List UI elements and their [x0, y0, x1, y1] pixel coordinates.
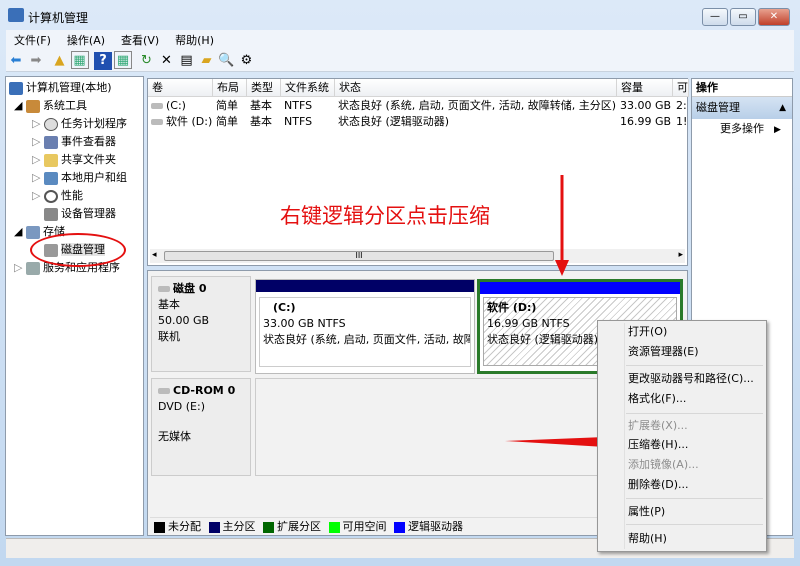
- menu-item-change-drive-letter[interactable]: 更改驱动器号和路径(C)...: [628, 370, 754, 388]
- menu-item-shrink-volume[interactable]: 压缩卷(H)...: [628, 436, 688, 454]
- menu-item-open[interactable]: 打开(O): [628, 323, 667, 341]
- context-menu: 打开(O) 资源管理器(E) 更改驱动器号和路径(C)... 格式化(F)...…: [597, 320, 767, 552]
- menu-item-explore[interactable]: 资源管理器(E): [628, 343, 699, 361]
- menu-item-properties[interactable]: 属性(P): [628, 503, 665, 521]
- menu-item-format[interactable]: 格式化(F)...: [628, 390, 686, 408]
- menu-item-help[interactable]: 帮助(H): [628, 530, 667, 548]
- menu-item-extend-volume: 扩展卷(X)...: [628, 419, 688, 432]
- arrow-down: [555, 175, 569, 276]
- menu-item-add-mirror: 添加镜像(A)...: [628, 458, 699, 471]
- menu-item-delete-volume[interactable]: 删除卷(D)...: [628, 476, 689, 494]
